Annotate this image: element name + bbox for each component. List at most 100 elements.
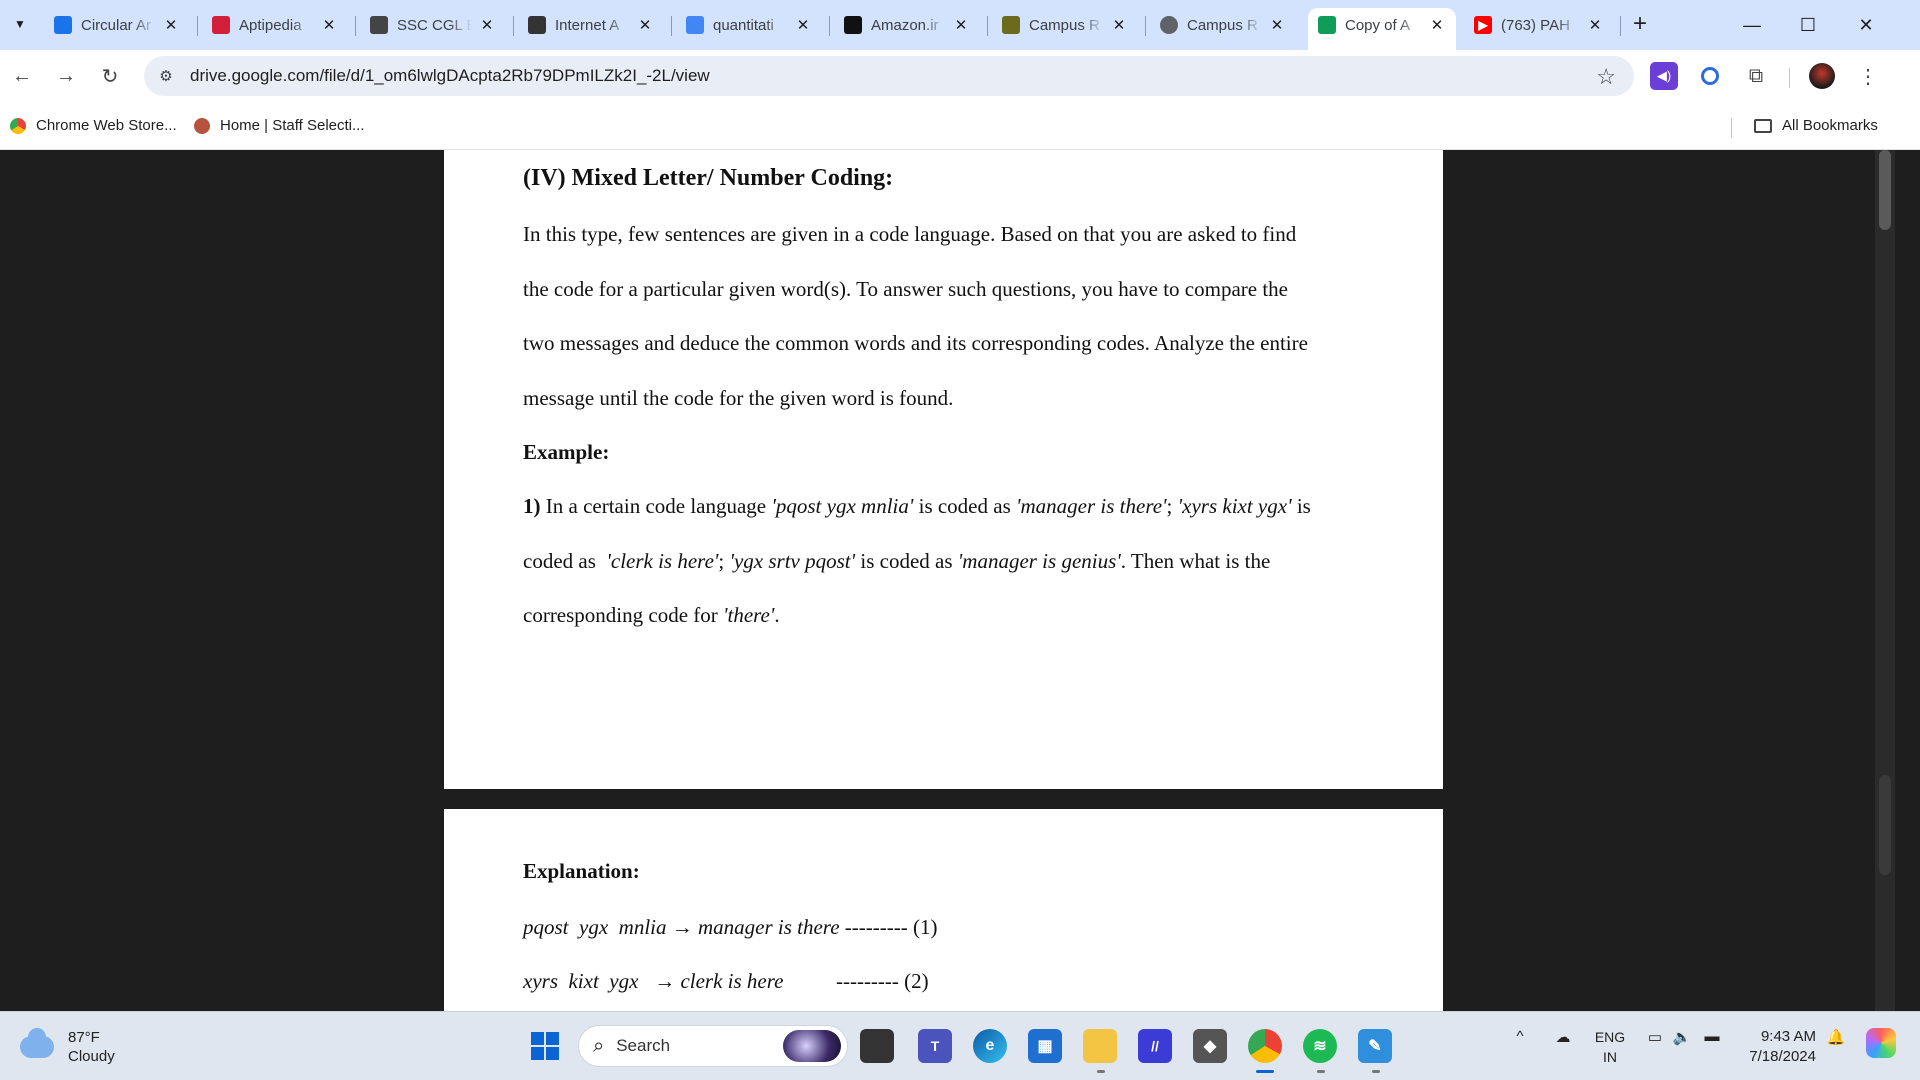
- show-hidden-icons-chevron-icon[interactable]: ^: [1510, 1028, 1530, 1045]
- ssc-emblem-icon: [194, 117, 210, 134]
- edge-icon[interactable]: e: [973, 1029, 1007, 1063]
- close-window-icon[interactable]: ✕: [1838, 0, 1894, 50]
- tab-search-chevron-icon[interactable]: ▼: [6, 10, 34, 38]
- paragraph-line-3: two messages and deduce the common words…: [523, 331, 1308, 355]
- question-line-2: coded as 'clerk is here'; 'ygx srtv pqos…: [523, 549, 1271, 573]
- app-cube-icon[interactable]: ◆: [1193, 1029, 1227, 1063]
- copilot-icon[interactable]: [1866, 1028, 1896, 1058]
- tab-2[interactable]: SSC CGL E ✕: [360, 8, 506, 42]
- input-language[interactable]: ENG IN: [1593, 1027, 1627, 1067]
- scrollbar-thumb-secondary[interactable]: [1879, 775, 1891, 875]
- question-line-1: 1) In a certain code language 'pqost ygx…: [523, 494, 1311, 518]
- bookmark-staff-selection[interactable]: Home | Staff Selecti...: [194, 117, 365, 134]
- network-icon[interactable]: ▭: [1643, 1028, 1667, 1046]
- viewer-scrollbar[interactable]: [1875, 150, 1895, 1011]
- cloud-icon: [20, 1028, 54, 1058]
- tab-favicon-icon: [1160, 16, 1178, 34]
- tab-close-icon[interactable]: ✕: [1110, 16, 1128, 34]
- tab-favicon-icon: [844, 16, 862, 34]
- tab-5[interactable]: Amazon.ir ✕: [834, 8, 980, 42]
- paragraph-line-1: In this type, few sentences are given in…: [523, 222, 1297, 246]
- tab-close-icon[interactable]: ✕: [1268, 16, 1286, 34]
- tab-close-icon[interactable]: ✕: [162, 16, 180, 34]
- bookmark-chrome-web-store[interactable]: Chrome Web Store...: [10, 117, 177, 134]
- document-page-1: (IV) Mixed Letter/ Number Coding: In thi…: [444, 150, 1443, 789]
- chrome-web-store-icon: [10, 117, 26, 134]
- extensions-puzzle-icon[interactable]: ⧉: [1742, 62, 1770, 90]
- tab-favicon-icon: [528, 16, 546, 34]
- new-tab-plus-icon[interactable]: +: [1626, 10, 1654, 38]
- tab-close-icon[interactable]: ✕: [1586, 16, 1604, 34]
- tab-strip: ▼ Circular Ar ✕ Aptipedia ✕ SSC CGL E ✕ …: [0, 0, 1920, 50]
- url-text[interactable]: drive.google.com/file/d/1_om6lwlgDAcpta2…: [190, 66, 710, 86]
- windows-start-icon[interactable]: [528, 1029, 562, 1063]
- search-highlight-icon: [783, 1030, 841, 1062]
- weather-temperature: 87°F: [68, 1029, 100, 1046]
- drive-favicon-icon: [1318, 16, 1336, 34]
- pdf-viewer[interactable]: (IV) Mixed Letter/ Number Coding: In thi…: [0, 150, 1895, 1011]
- address-bar[interactable]: ⚙ drive.google.com/file/d/1_om6lwlgDAcpt…: [144, 56, 1634, 96]
- tab-6[interactable]: Campus R ✕: [992, 8, 1138, 42]
- volume-icon[interactable]: 🔈: [1670, 1028, 1694, 1046]
- explanation-line-2: xyrs kixt ygx → clerk is here --------- …: [523, 969, 929, 993]
- teams-icon[interactable]: T: [918, 1029, 952, 1063]
- tab-0[interactable]: Circular Ar ✕: [44, 8, 190, 42]
- battery-icon[interactable]: ▬: [1700, 1028, 1724, 1045]
- file-explorer-icon[interactable]: [1083, 1029, 1117, 1063]
- system-clock[interactable]: 9:43 AM 7/18/2024: [1730, 1027, 1816, 1067]
- tab-close-icon[interactable]: ✕: [952, 16, 970, 34]
- task-view-icon[interactable]: [860, 1029, 894, 1063]
- chrome-menu-icon[interactable]: ⋮: [1854, 62, 1882, 90]
- weather-widget[interactable]: 87°F Cloudy: [20, 1028, 115, 1066]
- app-icon[interactable]: //: [1138, 1029, 1172, 1063]
- profile-avatar[interactable]: [1808, 62, 1836, 90]
- tab-favicon-icon: [54, 16, 72, 34]
- windows-taskbar: 87°F Cloudy ⌕ Search T e ▦ // ◆ ≋ ✎ ^ ☁ …: [0, 1011, 1920, 1080]
- tab-close-icon[interactable]: ✕: [478, 16, 496, 34]
- reload-icon[interactable]: ↻: [92, 58, 128, 94]
- scrollbar-thumb[interactable]: [1879, 150, 1891, 230]
- tab-favicon-icon: [1002, 16, 1020, 34]
- maximize-icon[interactable]: ☐: [1780, 0, 1836, 50]
- document-page-2: Explanation: pqost ygx mnlia → manager i…: [444, 809, 1443, 1011]
- tab-3[interactable]: Internet A ✕: [518, 8, 664, 42]
- youtube-favicon-icon: ▶: [1474, 16, 1492, 34]
- tab-active-drive[interactable]: Copy of A ✕: [1308, 8, 1456, 50]
- chrome-icon[interactable]: [1248, 1029, 1282, 1063]
- tab-7[interactable]: Campus R ✕: [1150, 8, 1296, 42]
- taskbar-search[interactable]: ⌕ Search: [578, 1025, 848, 1067]
- site-info-tune-icon[interactable]: ⚙: [148, 58, 184, 94]
- search-icon: ⌕: [593, 1034, 605, 1057]
- onedrive-icon[interactable]: ☁: [1550, 1028, 1576, 1046]
- tab-close-icon[interactable]: ✕: [794, 16, 812, 34]
- weather-condition: Cloudy: [68, 1048, 115, 1065]
- tab-close-icon[interactable]: ✕: [1428, 16, 1446, 34]
- bookmark-star-icon[interactable]: ☆: [1596, 64, 1616, 90]
- tab-favicon-icon: [212, 16, 230, 34]
- browser-toolbar: ← → ↻ ⚙ drive.google.com/file/d/1_om6lwl…: [0, 50, 1920, 106]
- microsoft-store-icon[interactable]: ▦: [1028, 1029, 1062, 1063]
- tab-9[interactable]: ▶ (763) PAH ✕: [1464, 8, 1614, 42]
- explanation-line-1: pqost ygx mnlia → manager is there -----…: [523, 915, 938, 939]
- bookmarks-bar: Chrome Web Store... Home | Staff Selecti…: [0, 106, 1920, 150]
- forward-arrow-icon[interactable]: →: [48, 58, 84, 94]
- tab-4[interactable]: quantitati ✕: [676, 8, 822, 42]
- example-label: Example:: [523, 440, 610, 464]
- tab-favicon-icon: [686, 16, 704, 34]
- spotify-icon[interactable]: ≋: [1303, 1029, 1337, 1063]
- tab-close-icon[interactable]: ✕: [320, 16, 338, 34]
- tab-1[interactable]: Aptipedia ✕: [202, 8, 348, 42]
- minimize-icon[interactable]: —: [1724, 0, 1780, 50]
- extension-icon[interactable]: ◀): [1650, 62, 1678, 90]
- section-heading: (IV) Mixed Letter/ Number Coding:: [523, 165, 894, 191]
- tab-favicon-icon: [370, 16, 388, 34]
- folder-icon: [1754, 118, 1772, 133]
- paragraph-line-4: message until the code for the given wor…: [523, 386, 954, 410]
- paint-icon[interactable]: ✎: [1358, 1029, 1392, 1063]
- notification-bell-icon[interactable]: 🔔: [1824, 1028, 1848, 1046]
- extension-record-icon[interactable]: [1696, 62, 1724, 90]
- back-arrow-icon[interactable]: ←: [4, 58, 40, 94]
- all-bookmarks-button[interactable]: All Bookmarks: [1754, 117, 1878, 134]
- tab-close-icon[interactable]: ✕: [636, 16, 654, 34]
- question-line-3: corresponding code for 'there'.: [523, 603, 780, 627]
